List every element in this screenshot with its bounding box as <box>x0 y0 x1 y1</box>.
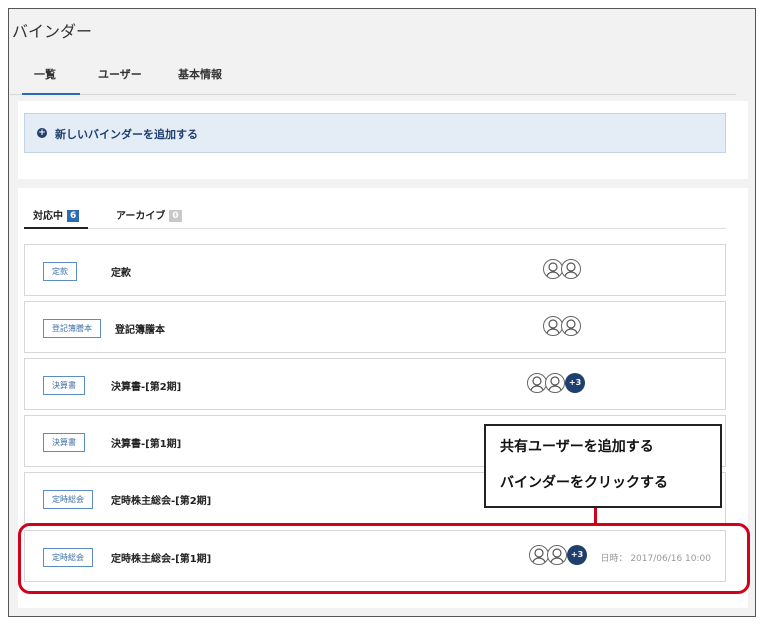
binder-title: 定時株主総会-[第2期] <box>111 496 212 507</box>
add-binder-label: 新しいバインダーを追加する <box>55 128 198 141</box>
user-avatar-icon <box>561 259 581 279</box>
page-title: バインダー <box>12 22 93 41</box>
tab-list[interactable]: 一覧 <box>34 66 56 82</box>
archive-count-badge: 0 <box>169 210 182 222</box>
plus-circle-icon: + <box>37 128 47 138</box>
binder-tag: 登記簿謄本 <box>43 319 101 338</box>
callout-line-1: 共有ユーザーを追加する <box>500 439 654 455</box>
instruction-callout: 共有ユーザーを追加する バインダーをクリックする <box>484 424 722 508</box>
binder-title: 決算書-[第2期] <box>111 382 182 393</box>
binder-row[interactable]: 定款 定款 <box>24 244 726 296</box>
more-users-badge[interactable]: +3 <box>565 373 585 393</box>
callout-line-2: バインダーをクリックする <box>500 475 668 491</box>
binder-row[interactable]: 登記簿謄本 登記簿謄本 <box>24 301 726 353</box>
binder-title: 定款 <box>111 268 131 279</box>
binder-title: 登記簿謄本 <box>115 325 165 336</box>
user-avatar-icon <box>561 316 581 336</box>
user-avatar-icon <box>545 373 565 393</box>
binder-title: 決算書-[第1期] <box>111 439 182 450</box>
callout-connector <box>594 506 597 526</box>
tab-users[interactable]: ユーザー <box>98 66 142 82</box>
binder-tag: 定款 <box>43 262 77 281</box>
binder-tag: 定時総会 <box>43 490 93 509</box>
top-tab-bar: 一覧 ユーザー 基本情報 <box>10 58 736 95</box>
subtab-archive-label: アーカイブ <box>116 211 166 222</box>
subtab-divider <box>24 228 726 229</box>
user-avatar-icon <box>543 259 563 279</box>
subtab-active[interactable]: 対応中 6 <box>33 207 80 222</box>
highlight-annotation <box>18 523 750 594</box>
binder-tag: 決算書 <box>43 433 85 452</box>
user-avatar-icon <box>543 316 563 336</box>
add-binder-button[interactable]: + 新しいバインダーを追加する <box>24 113 726 153</box>
active-tab-indicator <box>22 93 80 95</box>
subtab-active-indicator <box>24 227 88 229</box>
subtab-active-label: 対応中 <box>33 211 63 222</box>
tab-basic-info[interactable]: 基本情報 <box>178 66 222 82</box>
binder-tag: 決算書 <box>43 376 85 395</box>
subtab-archive[interactable]: アーカイブ 0 <box>116 207 182 222</box>
active-count-badge: 6 <box>67 210 80 222</box>
user-avatar-icon <box>527 373 547 393</box>
binder-row[interactable]: 決算書 決算書-[第2期] +3 <box>24 358 726 410</box>
